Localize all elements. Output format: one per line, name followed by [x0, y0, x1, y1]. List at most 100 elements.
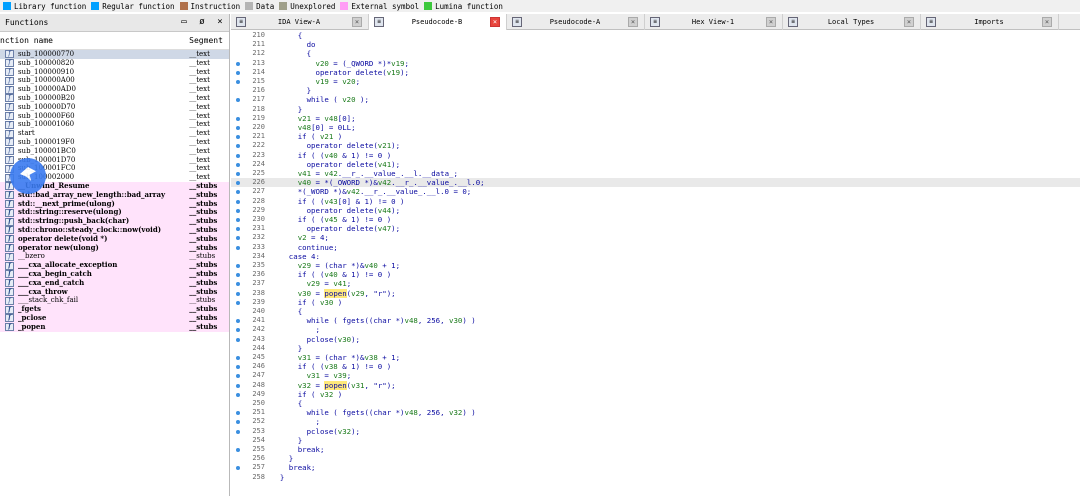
code-line[interactable]: 239 if ( v30 ) [231, 298, 1080, 307]
function-row[interactable]: f sub_100000B20 __text [0, 93, 229, 103]
breakpoint-dot-icon[interactable] [236, 70, 240, 75]
breakpoint-dot-icon[interactable] [236, 429, 240, 434]
function-row[interactable]: f sub_100000D70 __text [0, 102, 229, 112]
breakpoint-dot-icon[interactable] [236, 181, 240, 186]
tab-imports[interactable]: ≡ Imports × [921, 14, 1059, 30]
function-row[interactable]: f sub_100001060 __text [0, 120, 229, 130]
code-line[interactable]: 224 operator delete(v41); [231, 160, 1080, 169]
function-row[interactable]: f sub_100001BC0 __text [0, 146, 229, 156]
code-line[interactable]: 253 pclose(v32); [231, 427, 1080, 436]
code-line[interactable]: 248 v32 = popen(v31, "r"); [231, 380, 1080, 390]
function-row[interactable]: f sub_100000A00 __text [0, 76, 229, 86]
code-line[interactable]: 249 if ( v32 ) [231, 390, 1080, 399]
breakpoint-dot-icon[interactable] [236, 383, 240, 388]
breakpoint-dot-icon[interactable] [236, 98, 240, 103]
code-line[interactable]: 213 v20 = (_QWORD *)*v19; [231, 59, 1080, 68]
code-line[interactable]: 233 continue; [231, 243, 1080, 252]
code-line[interactable]: 256 } [231, 454, 1080, 463]
breakpoint-dot-icon[interactable] [236, 162, 240, 167]
tab-ida-view-a[interactable]: ≡ IDA View-A × [231, 14, 369, 30]
close-icon[interactable]: × [215, 17, 225, 27]
column-function-name[interactable]: nction name [0, 36, 189, 45]
pseudocode-view[interactable]: 210 {211 do 212 {213 v20 = (_QWORD *)*v19… [231, 31, 1080, 496]
tab-close-icon[interactable]: × [766, 17, 776, 27]
restore-icon[interactable]: ▭ [179, 17, 189, 27]
tab-hex-view-1[interactable]: ≡ Hex View-1 × [645, 14, 783, 30]
breakpoint-dot-icon[interactable] [236, 264, 240, 268]
function-row[interactable]: f sub_100000F60 __text [0, 111, 229, 121]
breakpoint-dot-icon[interactable] [236, 116, 240, 121]
code-line[interactable]: 226 v40 = *(_OWORD *)&v42.__r_.__value_.… [231, 178, 1080, 188]
code-line[interactable]: 237 v29 = v41; [231, 279, 1080, 288]
code-line[interactable]: 223 if ( (v40 & 1) != 0 ) [231, 151, 1080, 160]
breakpoint-dot-icon[interactable] [236, 227, 240, 232]
code-line[interactable]: 217 while ( v20 ); [231, 95, 1080, 104]
breakpoint-dot-icon[interactable] [236, 80, 240, 84]
code-line[interactable]: 243 pclose(v30); [231, 335, 1080, 344]
function-row[interactable]: f sub_100000910 __text [0, 67, 229, 77]
breakpoint-dot-icon[interactable] [236, 392, 240, 397]
tab-close-icon[interactable]: × [490, 17, 500, 27]
breakpoint-dot-icon[interactable] [236, 199, 240, 204]
code-line[interactable]: 218 } [231, 105, 1080, 114]
code-line[interactable]: 240 { [231, 307, 1080, 316]
code-line[interactable]: 232 v2 = 4; [231, 233, 1080, 242]
code-line[interactable]: 220 v48[0] = 0LL; [231, 123, 1080, 132]
tab-close-icon[interactable]: × [904, 17, 914, 27]
tab-pseudocode-b[interactable]: ≡ Pseudocode-B × [369, 14, 507, 30]
breakpoint-dot-icon[interactable] [236, 153, 240, 158]
breakpoint-dot-icon[interactable] [236, 411, 240, 416]
code-line[interactable]: 227 *(_WORD *)&v42.__r_.__value_.__l.0 =… [231, 187, 1080, 196]
breakpoint-dot-icon[interactable] [236, 236, 240, 241]
breakpoint-dot-icon[interactable] [236, 466, 240, 471]
function-row[interactable]: f sub_100000820 __text [0, 58, 229, 68]
function-row[interactable]: f start __text [0, 129, 229, 138]
breakpoint-dot-icon[interactable] [236, 291, 240, 296]
breakpoint-dot-icon[interactable] [236, 319, 240, 324]
function-row[interactable]: f operator new(ulong) __stubs [0, 243, 229, 253]
code-line[interactable]: 219 v21 = v48[0]; [231, 114, 1080, 123]
code-line[interactable]: 247 v31 = v39; [231, 371, 1080, 380]
code-line[interactable]: 215 v19 = v20; [231, 77, 1080, 86]
breakpoint-dot-icon[interactable] [236, 126, 240, 130]
breakpoint-dot-icon[interactable] [236, 135, 240, 140]
code-line[interactable]: 257 break; [231, 463, 1080, 472]
breakpoint-dot-icon[interactable] [236, 208, 240, 213]
code-line[interactable]: 235 v29 = (char *)&v40 + 1; [231, 261, 1080, 270]
tab-pseudocode-a[interactable]: ≡ Pseudocode-A × [507, 14, 645, 30]
code-line[interactable]: 225 v41 = v42.__r_.__value_.__l.__data_; [231, 169, 1080, 178]
breakpoint-dot-icon[interactable] [236, 273, 240, 278]
breakpoint-dot-icon[interactable] [236, 365, 240, 370]
code-line[interactable]: 230 if ( (v45 & 1) != 0 ) [231, 215, 1080, 224]
tab-local-types[interactable]: ≡ Local Types × [783, 14, 921, 30]
breakpoint-dot-icon[interactable] [236, 337, 240, 342]
code-line[interactable]: 246 if ( (v38 & 1) != 0 ) [231, 362, 1080, 371]
code-line[interactable]: 242 ; [231, 325, 1080, 334]
code-line[interactable]: 244 } [231, 344, 1080, 353]
code-line[interactable]: 255 break; [231, 445, 1080, 454]
breakpoint-dot-icon[interactable] [236, 328, 240, 333]
code-line[interactable]: 238 v30 = popen(v29, "r"); [231, 288, 1080, 298]
column-segment[interactable]: Segment [189, 36, 229, 45]
breakpoint-dot-icon[interactable] [236, 356, 240, 360]
function-row[interactable]: f sub_1000019F0 __text [0, 137, 229, 147]
code-line[interactable]: 252 ; [231, 417, 1080, 426]
code-line[interactable]: 229 operator delete(v44); [231, 206, 1080, 215]
breakpoint-dot-icon[interactable] [236, 218, 240, 222]
code-line[interactable]: 251 while ( fgets((char *)v48, 256, v32)… [231, 408, 1080, 417]
code-line[interactable]: 250 { [231, 399, 1080, 408]
code-line[interactable]: 254 } [231, 436, 1080, 445]
code-line[interactable]: 234 case 4: [231, 252, 1080, 261]
tab-close-icon[interactable]: × [352, 17, 362, 27]
code-line[interactable]: 245 v31 = (char *)&v38 + 1; [231, 353, 1080, 362]
breakpoint-dot-icon[interactable] [236, 374, 240, 379]
code-line[interactable]: 258 } [231, 473, 1080, 482]
code-line[interactable]: 228 if ( (v43[0] & 1) != 0 ) [231, 197, 1080, 206]
code-line[interactable]: 212 { [231, 49, 1080, 58]
function-row[interactable]: f sub_100000770 __text [0, 50, 229, 59]
code-line[interactable]: 231 operator delete(v47); [231, 224, 1080, 233]
tab-close-icon[interactable]: × [1042, 17, 1052, 27]
breakpoint-dot-icon[interactable] [236, 420, 240, 425]
code-line[interactable]: 216 } [231, 86, 1080, 95]
breakpoint-dot-icon[interactable] [236, 144, 240, 149]
